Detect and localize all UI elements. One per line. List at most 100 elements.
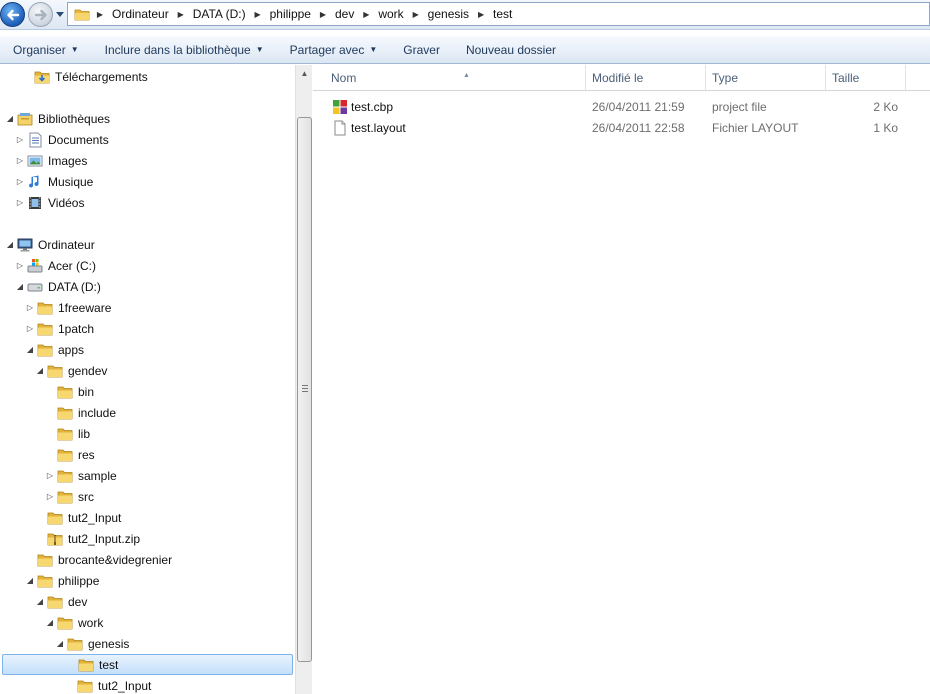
- collapse-arrow-icon[interactable]: ◢: [25, 576, 35, 586]
- expand-arrow-icon[interactable]: ▷: [25, 303, 35, 313]
- tree-item[interactable]: ◢ philippe: [0, 570, 295, 591]
- breadcrumb[interactable]: ▶ Ordinateur ▶ DATA (D:) ▶ philippe ▶ de…: [67, 2, 930, 26]
- tree-item[interactable]: test: [2, 654, 293, 675]
- tree-item-label: work: [78, 615, 104, 630]
- tree-item[interactable]: ▷ 1patch: [0, 318, 295, 339]
- scrollbar-thumb[interactable]: [297, 117, 312, 662]
- folder-icon: [47, 512, 63, 524]
- expand-arrow-icon[interactable]: ▷: [15, 198, 25, 208]
- tree-item-label: gendev: [68, 363, 108, 378]
- column-header-name[interactable]: Nom ▲: [325, 65, 586, 90]
- chevron-right-icon[interactable]: ▶: [317, 10, 329, 19]
- collapse-arrow-icon[interactable]: ◢: [55, 639, 65, 649]
- breadcrumb-item[interactable]: test: [487, 7, 518, 21]
- collapse-arrow-icon[interactable]: ◢: [25, 345, 35, 355]
- chevron-right-icon[interactable]: ▶: [252, 10, 264, 19]
- navigation-pane-scrollbar[interactable]: ▲: [295, 65, 312, 694]
- tree-item[interactable]: ▷ 1freeware: [0, 297, 295, 318]
- tree-item[interactable]: ◢ apps: [0, 339, 295, 360]
- tree-item[interactable]: ▷ sample: [0, 465, 295, 486]
- expand-arrow-icon[interactable]: ▷: [15, 156, 25, 166]
- file-row[interactable]: test.layout 26/04/2011 22:58 Fichier LAY…: [313, 118, 930, 139]
- breadcrumb-item[interactable]: philippe: [264, 7, 317, 21]
- sort-ascending-icon: ▲: [463, 72, 470, 79]
- folder-icon: [74, 9, 90, 20]
- tree-item[interactable]: ◢ genesis: [0, 633, 295, 654]
- tree-item[interactable]: ◢ dev: [0, 591, 295, 612]
- collapse-arrow-icon[interactable]: ◢: [35, 366, 45, 376]
- tree-item[interactable]: tut2_Input: [0, 675, 295, 694]
- tree-item[interactable]: bin: [0, 381, 295, 402]
- scroll-up-arrow-icon[interactable]: ▲: [296, 65, 313, 82]
- collapse-arrow-icon[interactable]: ◢: [45, 618, 55, 628]
- folder-icon: [57, 428, 73, 440]
- burn-label: Graver: [403, 42, 440, 57]
- folder-icon: [57, 491, 73, 503]
- collapse-arrow-icon[interactable]: ◢: [15, 282, 25, 292]
- tree-item-label: res: [78, 447, 95, 462]
- column-header-modified[interactable]: Modifié le: [586, 65, 706, 90]
- chevron-right-icon[interactable]: ▶: [360, 10, 372, 19]
- back-button[interactable]: [0, 2, 25, 27]
- file-row[interactable]: test.cbp 26/04/2011 21:59 project file 2…: [313, 97, 930, 118]
- chevron-right-icon[interactable]: ▶: [94, 10, 106, 19]
- expand-arrow-icon[interactable]: ▷: [25, 324, 35, 334]
- breadcrumb-item[interactable]: Ordinateur: [106, 7, 175, 21]
- column-header-size[interactable]: Taille: [826, 65, 906, 90]
- file-modified: 26/04/2011 21:59: [592, 100, 685, 114]
- folder-icon: [47, 365, 63, 377]
- new-folder-button[interactable]: Nouveau dossier: [453, 43, 569, 57]
- recent-pages-dropdown-icon[interactable]: [55, 9, 65, 19]
- file-type: Fichier LAYOUT: [712, 121, 799, 135]
- expand-arrow-icon[interactable]: ▷: [45, 471, 55, 481]
- tree-item[interactable]: brocante&videgrenier: [0, 549, 295, 570]
- chevron-right-icon[interactable]: ▶: [175, 10, 187, 19]
- column-header-type[interactable]: Type: [706, 65, 826, 90]
- chevron-right-icon[interactable]: ▶: [410, 10, 422, 19]
- breadcrumb-item[interactable]: work: [372, 7, 409, 21]
- burn-button[interactable]: Graver: [390, 43, 453, 57]
- collapse-arrow-icon[interactable]: ◢: [5, 114, 15, 124]
- breadcrumb-item[interactable]: genesis: [422, 7, 475, 21]
- collapse-arrow-icon[interactable]: ◢: [5, 240, 15, 250]
- tree-item[interactable]: ◢ gendev: [0, 360, 295, 381]
- tree-item[interactable]: ▷ Musique: [0, 171, 295, 192]
- tree-item[interactable]: ◢ work: [0, 612, 295, 633]
- tree-item[interactable]: ▷ Vidéos: [0, 192, 295, 213]
- tree-item-label: Acer (C:): [48, 258, 96, 273]
- tree-item[interactable]: ▷ Acer (C:): [0, 255, 295, 276]
- expand-arrow-icon[interactable]: ▷: [45, 492, 55, 502]
- organize-button[interactable]: Organiser ▼: [0, 43, 92, 57]
- breadcrumb-item[interactable]: dev: [329, 7, 360, 21]
- include-in-library-button[interactable]: Inclure dans la bibliothèque ▼: [92, 43, 277, 57]
- tree-item[interactable]: Téléchargements: [0, 66, 295, 87]
- expander-placeholder: [45, 450, 55, 460]
- breadcrumb-item[interactable]: DATA (D:): [187, 7, 252, 21]
- share-with-button[interactable]: Partager avec ▼: [277, 43, 391, 57]
- tree-item[interactable]: ▷ Images: [0, 150, 295, 171]
- tree-item[interactable]: ◢ DATA (D:): [0, 276, 295, 297]
- libraries-icon: [17, 112, 33, 125]
- chevron-right-icon[interactable]: ▶: [475, 10, 487, 19]
- expander-placeholder: [25, 555, 35, 565]
- codeblocks-project-icon: [333, 100, 347, 114]
- tree-item-label: bin: [78, 384, 95, 399]
- expand-arrow-icon[interactable]: ▷: [15, 177, 25, 187]
- expander-placeholder: [22, 72, 32, 82]
- tree-item[interactable]: include: [0, 402, 295, 423]
- collapse-arrow-icon[interactable]: ◢: [35, 597, 45, 607]
- tree-item[interactable]: tut2_Input: [0, 507, 295, 528]
- tree-item[interactable]: ▷ src: [0, 486, 295, 507]
- expand-arrow-icon[interactable]: ▷: [15, 135, 25, 145]
- tree-item[interactable]: res: [0, 444, 295, 465]
- tree-item[interactable]: tut2_Input.zip: [0, 528, 295, 549]
- tree-item-label: src: [78, 489, 94, 504]
- forward-button[interactable]: [28, 2, 53, 27]
- tree-item[interactable]: lib: [0, 423, 295, 444]
- tree-item[interactable]: ◢ Ordinateur: [0, 234, 295, 255]
- chevron-down-icon: ▼: [255, 45, 264, 54]
- expand-arrow-icon[interactable]: ▷: [15, 261, 25, 271]
- tree-item[interactable]: ▷ Documents: [0, 129, 295, 150]
- tree-item[interactable]: ◢ Bibliothèques: [0, 108, 295, 129]
- tree-item-label: apps: [58, 342, 85, 357]
